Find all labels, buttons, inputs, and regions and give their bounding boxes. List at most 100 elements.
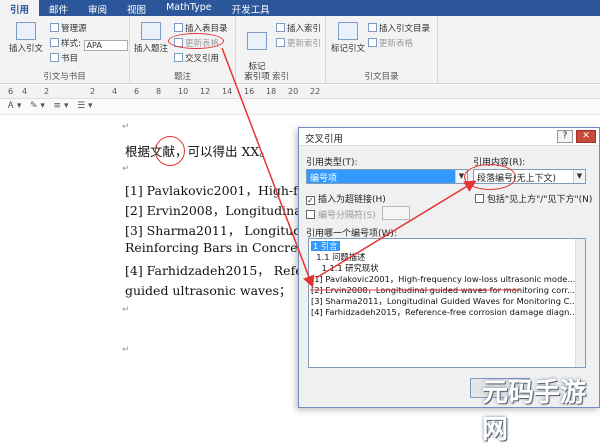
ruler-tick: 2: [44, 87, 50, 96]
dialog-title: 交叉引用: [299, 128, 599, 146]
include-above-below-label: 包括"见上方"/"见下方"(N): [487, 195, 593, 205]
tab-review[interactable]: 审阅: [78, 0, 117, 16]
bibliography-label: 书目: [61, 54, 79, 64]
close-button[interactable]: ✕: [576, 130, 596, 143]
ruler-tick: 2: [90, 87, 96, 96]
insert-toa-button[interactable]: 插入引文目录: [368, 22, 430, 34]
list-item[interactable]: [2] Ervin2008，Longitudinal guided waves …: [311, 285, 575, 295]
list-icon[interactable]: ☰ ▾: [77, 101, 92, 111]
tab-mathtype[interactable]: MathType: [156, 0, 222, 16]
group-authorities-label: 引文目录: [364, 72, 399, 82]
insert-hyperlink-checkbox[interactable]: ✓ 插入为超链接(H): [306, 192, 386, 205]
ruler-tick: 6: [134, 87, 140, 96]
tab-mailings[interactable]: 邮件: [39, 0, 78, 16]
list-item[interactable]: 1.1.1 研究现状: [311, 263, 379, 273]
insert-citation-button[interactable]: 插入引文: [6, 22, 46, 54]
cross-reference-button[interactable]: 交叉引用: [174, 52, 219, 64]
ref-type-dropdown[interactable]: 编号项 ▼: [306, 169, 468, 184]
help-button[interactable]: ?: [557, 130, 573, 143]
insert-index-label: 插入索引: [287, 24, 322, 34]
ruler-tick: 8: [156, 87, 162, 96]
cross-reference-label: 交叉引用: [185, 54, 220, 64]
mark-citation-label: 标记引文: [330, 44, 365, 54]
tab-view[interactable]: 视图: [117, 0, 156, 16]
separator-input[interactable]: [382, 206, 410, 220]
group-authorities: 标记引文 插入引文目录 更新表格 引文目录: [326, 16, 438, 84]
annotation-circle-citation: [155, 136, 185, 166]
style-label: 样式:: [61, 39, 81, 49]
paragraph-mark: ↵: [122, 305, 130, 315]
tab-references[interactable]: 引用: [0, 0, 40, 16]
list-scrollbar[interactable]: [575, 239, 585, 367]
insert-hyperlink-label: 插入为超链接(H): [318, 195, 386, 205]
tab-developer[interactable]: 开发工具: [222, 0, 280, 16]
update-toa-icon: [368, 38, 377, 47]
ruler-tick: 12: [200, 87, 211, 96]
manage-sources-button[interactable]: 管理源: [50, 22, 87, 34]
style-selector[interactable]: 样式: APA: [50, 37, 128, 51]
chevron-down-icon: ▼: [573, 170, 585, 183]
insert-index-icon: [276, 23, 285, 32]
separate-numbers-label: 编号分隔符(S): [318, 211, 376, 221]
group-citations-label: 引文与书目: [43, 72, 86, 82]
citation-icon: [16, 22, 36, 40]
sources-icon: [50, 23, 59, 32]
insert-index-button[interactable]: 插入索引: [276, 22, 321, 34]
group-captions-label: 题注: [173, 72, 191, 82]
ref-type-label: 引用类型(T):: [306, 158, 358, 168]
insert-citation-label: 插入引文: [8, 44, 43, 54]
reference-line[interactable]: guided ultrasonic waves；: [125, 280, 291, 299]
list-item[interactable]: 1.1 问题描述: [311, 252, 365, 262]
reference-line[interactable]: [2] Ervin2008，Longitudinal gu: [125, 200, 326, 219]
bibliography-button[interactable]: 书目: [50, 52, 78, 64]
style-dropdown[interactable]: APA: [83, 40, 128, 51]
group-citations: 插入引文 管理源 样式: APA 书目 引文与书目: [0, 16, 130, 84]
font-color-icon[interactable]: Ꭺ ▾: [8, 101, 21, 111]
separate-numbers-checkbox[interactable]: 编号分隔符(S): [306, 208, 376, 221]
ruler-tick: 10: [178, 87, 189, 96]
insert-toa-icon: [368, 23, 377, 32]
ruler-tick: 18: [266, 87, 277, 96]
include-above-below-checkbox[interactable]: 包括"见上方"/"见下方"(N): [475, 192, 592, 205]
highlight-icon[interactable]: ✎ ▾: [30, 101, 45, 111]
update-index-icon: [276, 38, 285, 47]
list-item[interactable]: [1] Pavlakovic2001，High-frequency low-lo…: [311, 274, 575, 284]
list-item[interactable]: [3] Sharma2011，Longitudinal Guided Waves…: [311, 296, 577, 306]
ref-type-value: 编号项: [310, 174, 338, 184]
paragraph-mark: ↵: [122, 122, 130, 132]
update-toa-button[interactable]: 更新表格: [368, 37, 413, 49]
reference-line[interactable]: [4] Farhidzadeh2015， Referen: [125, 260, 324, 279]
update-index-button[interactable]: 更新索引: [276, 37, 321, 49]
caption-icon: [141, 22, 161, 40]
reference-line[interactable]: Reinforcing Bars in Concre: [125, 240, 298, 255]
mark-citation-button[interactable]: 标记引文: [330, 22, 366, 54]
formatting-toolbar: Ꭺ ▾ ✎ ▾ ≡ ▾ ☰ ▾: [0, 99, 600, 115]
table-of-figures-icon: [174, 23, 183, 32]
doc-text-line[interactable]: 根据文献，可以得出 XX。: [125, 141, 272, 160]
group-index-label: 索引: [271, 72, 289, 82]
paragraph-mark: ↵: [122, 164, 130, 174]
reference-line[interactable]: [1] Pavlakovic2001，High-freq: [125, 180, 319, 199]
list-item[interactable]: 1 引言: [311, 241, 340, 251]
annotation-ellipse-ref-content: [464, 164, 516, 190]
manage-sources-label: 管理源: [61, 24, 87, 34]
numbered-items-list[interactable]: 1 引言 1.1 问题描述 1.1.1 研究现状 [1] Pavlakovic2…: [308, 238, 586, 368]
bibliography-icon: [50, 53, 59, 62]
align-icon[interactable]: ≡ ▾: [54, 101, 69, 111]
list-item[interactable]: [4] Farhidzadeh2015，Reference-free corro…: [311, 307, 577, 317]
cross-reference-icon: [174, 53, 183, 62]
ruler-tick: 4: [112, 87, 118, 96]
ruler-tick: 20: [288, 87, 299, 96]
ribbon-tabs: 引用 邮件 审阅 视图 MathType 开发工具: [0, 0, 600, 16]
style-icon: [50, 38, 59, 47]
ruler-tick: 14: [222, 87, 233, 96]
checkbox-icon: [306, 210, 315, 219]
watermark-logo: 元码手游网: [482, 378, 587, 445]
mark-entry-icon: [247, 32, 267, 50]
horizontal-ruler: 6 4 2 2 4 6 8 10 12 14 16 18 20 22: [0, 85, 600, 99]
paragraph-mark: ↵: [122, 345, 130, 355]
reference-line[interactable]: [3] Sharma2011， Longitudina: [125, 220, 321, 239]
annotation-ellipse-cross-reference: [168, 33, 224, 49]
group-captions: 插入题注 插入表目录 更新表格 交叉引用 题注: [130, 16, 236, 84]
insert-caption-button[interactable]: 插入题注: [134, 22, 168, 54]
